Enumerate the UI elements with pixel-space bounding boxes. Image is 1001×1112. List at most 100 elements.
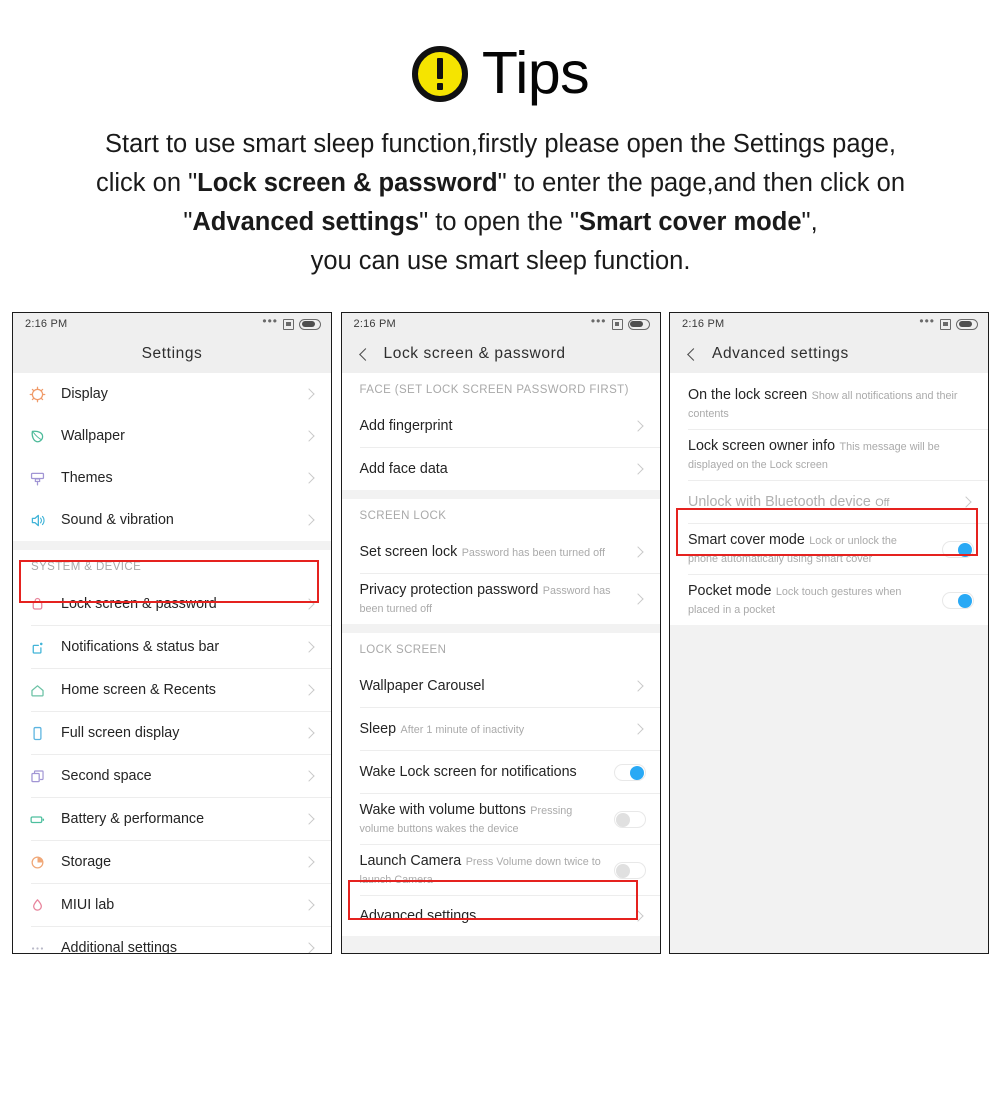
list-item-on-the-lock-screen[interactable]: On the lock screen Show all notification… (670, 373, 988, 429)
section-header-lock-screen: LOCK SCREEN (341, 633, 660, 665)
page-title: Tips (481, 40, 590, 106)
toggle-launch-camera[interactable] (613, 861, 646, 879)
sidebar-item-second-space[interactable]: Second space (13, 755, 331, 797)
list-item-launch-camera[interactable]: Launch Camera Press Volume down twice to… (342, 845, 660, 895)
list-item-lock-screen-owner-info[interactable]: Lock screen owner info This message will… (670, 430, 988, 480)
lock-screen-list: FACE (SET LOCK SCREEN PASSWORD FIRST) Ad… (341, 373, 660, 953)
row-labels: Add face data (342, 453, 626, 485)
sidebar-item-battery-performance[interactable]: Battery & performance (13, 798, 331, 840)
chevron-right-icon (303, 429, 317, 443)
sidebar-item-full-screen-display[interactable]: Full screen display (13, 712, 331, 754)
list-item-unlock-with-bluetooth-device[interactable]: Unlock with Bluetooth device Off (670, 481, 988, 523)
tips-header: Tips (0, 0, 1001, 103)
ellipsis-icon (13, 940, 61, 954)
row-label: Storage (61, 854, 112, 870)
screen-title: Settings (141, 345, 203, 362)
row-label: Add fingerprint (359, 418, 453, 434)
chevron-right-icon (303, 941, 317, 953)
advanced-settings-emphasis: Advanced settings (192, 208, 420, 236)
notification-square-icon (13, 639, 61, 656)
row-label: Wallpaper Carousel (359, 678, 485, 694)
row-label: Wallpaper (61, 428, 125, 444)
row-labels: Second space (61, 760, 297, 792)
row-label: Advanced settings (359, 908, 477, 924)
leaf-icon (13, 428, 61, 445)
chevron-right-icon (303, 769, 317, 783)
row-labels: Launch Camera Press Volume down twice to… (342, 845, 608, 895)
dnd-icon (611, 318, 623, 330)
list-item-advanced-settings[interactable]: Advanced settings (342, 896, 660, 936)
row-label: Sleep (359, 721, 397, 737)
sidebar-item-storage[interactable]: Storage (13, 841, 331, 883)
row-labels: Lock screen & password (61, 588, 297, 620)
sidebar-item-lock-screen-password[interactable]: Lock screen & password (13, 582, 331, 625)
row-subtitle: Off (875, 497, 890, 509)
list-item-wallpaper-carousel[interactable]: Wallpaper Carousel (342, 665, 660, 707)
battery-icon (956, 318, 978, 330)
row-label: Sound & vibration (61, 512, 174, 528)
row-labels: Wallpaper (61, 420, 297, 452)
list-item-wake-lock-screen-notifications[interactable]: Wake Lock screen for notifications (342, 751, 660, 793)
instruction-text: click on " (95, 169, 198, 197)
status-bar: 2:16 PM ••• (341, 313, 660, 335)
sidebar-item-home-screen-recents[interactable]: Home screen & Recents (13, 669, 331, 711)
instruction-line-2: click on "Lock screen & password" to ent… (55, 164, 946, 203)
list-item-sleep[interactable]: Sleep After 1 minute of inactivity (342, 708, 660, 750)
chevron-right-icon (303, 513, 317, 527)
chevron-right-icon (303, 812, 317, 826)
warning-exclamation-icon (411, 45, 468, 102)
sidebar-item-notifications-status-bar[interactable]: Notifications & status bar (13, 626, 331, 668)
instruction-text: you can use smart sleep function. (310, 247, 691, 275)
list-item-add-face-data[interactable]: Add face data (342, 448, 660, 490)
status-clock: 2:16 PM (353, 318, 396, 330)
dnd-icon (940, 318, 951, 330)
row-label: Launch Camera (359, 853, 462, 869)
instruction-line-4: you can use smart sleep function. (55, 242, 946, 281)
sun-icon (13, 386, 61, 403)
row-label: Lock screen & password (61, 595, 217, 612)
instructions-paragraph: Start to use smart sleep function,firstl… (0, 125, 1001, 281)
section-gap (341, 490, 660, 499)
row-labels: Additional settings (61, 932, 297, 953)
toggle-wake-with-volume-buttons[interactable] (613, 810, 646, 828)
home-icon (13, 682, 61, 699)
settings-list: Display Wallpaper Themes Sound & vibrati… (13, 373, 331, 953)
title-bar: Settings (13, 335, 331, 373)
battery-icon (299, 318, 321, 330)
phone-rect-icon (13, 725, 61, 742)
row-label: Home screen & Recents (61, 682, 216, 698)
sidebar-item-themes[interactable]: Themes (13, 457, 331, 499)
advanced-settings-list: On the lock screen Show all notification… (670, 373, 988, 953)
smart-cover-mode-emphasis: Smart cover mode (579, 208, 802, 236)
back-arrow-icon[interactable] (356, 346, 372, 362)
battery-icon (13, 811, 61, 828)
chevron-right-icon (632, 909, 646, 923)
list-item-wake-with-volume-buttons[interactable]: Wake with volume buttons Pressing volume… (342, 794, 660, 844)
list-item-add-fingerprint[interactable]: Add fingerprint (342, 405, 660, 447)
sidebar-item-sound-vibration[interactable]: Sound & vibration (13, 499, 331, 541)
back-arrow-icon[interactable] (684, 346, 700, 362)
section-header-face: FACE (SET LOCK SCREEN PASSWORD FIRST) (341, 373, 660, 405)
status-icons: ••• (591, 315, 650, 330)
status-clock: 2:16 PM (25, 318, 68, 330)
instruction-text: " to open the " (419, 208, 580, 236)
sidebar-item-wallpaper[interactable]: Wallpaper (13, 415, 331, 457)
status-bar: 2:16 PM ••• (670, 313, 988, 335)
phone-screenshot-advanced-settings: 2:16 PM ••• Advanced settings On the loc… (669, 312, 989, 954)
status-bar: 2:16 PM ••• (13, 313, 331, 335)
list-item-smart-cover-mode[interactable]: Smart cover mode Lock or unlock the phon… (670, 524, 988, 574)
list-item-set-screen-lock[interactable]: Set screen lock Password has been turned… (342, 531, 660, 573)
sidebar-item-additional-settings[interactable]: Additional settings (13, 927, 331, 953)
sidebar-item-miui-lab[interactable]: MIUI lab (13, 884, 331, 926)
settings-group: On the lock screen Show all notification… (670, 373, 988, 625)
title-bar: Lock screen & password (341, 335, 660, 373)
sidebar-item-display[interactable]: Display (13, 373, 331, 415)
list-item-privacy-protection-password[interactable]: Privacy protection password Password has… (342, 574, 660, 624)
list-item-pocket-mode[interactable]: Pocket mode Lock touch gestures when pla… (670, 575, 988, 625)
toggle-wake-lock-screen[interactable] (613, 763, 646, 781)
row-labels: Notifications & status bar (61, 631, 297, 663)
row-label: Privacy protection password (359, 582, 539, 598)
toggle-pocket-mode[interactable] (942, 591, 974, 609)
phone-screenshot-lock-screen: 2:16 PM ••• Lock screen & password FACE … (340, 312, 661, 954)
toggle-smart-cover-mode[interactable] (942, 540, 974, 558)
